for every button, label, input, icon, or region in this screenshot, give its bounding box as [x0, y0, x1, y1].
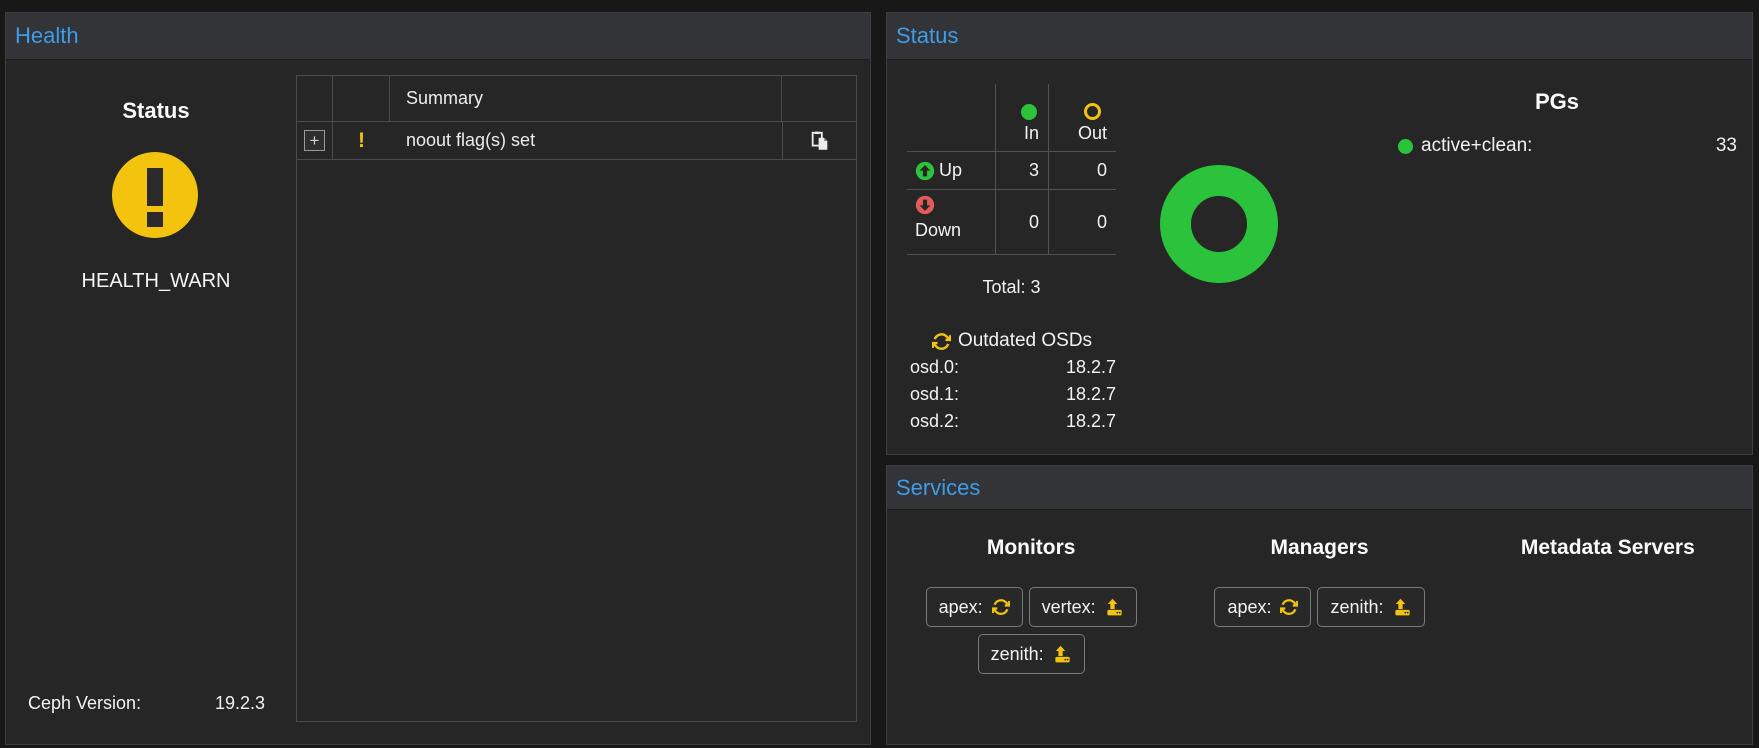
- osd-name: osd.2:: [910, 408, 959, 435]
- copy-icon[interactable]: [809, 130, 831, 152]
- services-panel-header: Services: [887, 466, 1752, 510]
- ceph-version-label: Ceph Version:: [28, 693, 141, 714]
- list-item: osd.1: 18.2.7: [910, 381, 1116, 408]
- outdated-osds-label: Outdated OSDs: [958, 330, 1092, 352]
- osd-name: osd.0:: [910, 354, 959, 381]
- health-panel: Health Status HEALTH_WARN Ceph Version: …: [5, 12, 871, 745]
- summary-column-header[interactable]: Summary: [390, 76, 782, 121]
- service-button-label: apex:: [939, 597, 983, 618]
- osd-up-in-count: 3: [1029, 160, 1039, 181]
- refresh-icon: [1280, 598, 1298, 616]
- outdated-osds-heading: Outdated OSDs: [887, 330, 1137, 352]
- osd-total-label: Total: 3: [907, 277, 1116, 298]
- list-item: osd.2: 18.2.7: [910, 408, 1116, 435]
- summary-column-header-label: Summary: [406, 88, 483, 109]
- pgs-legend-row: active+clean: 33: [1392, 135, 1737, 157]
- pg-state-count: 33: [1716, 135, 1737, 157]
- pgs-donut-chart: [1160, 165, 1278, 283]
- health-status-heading: Status: [6, 98, 306, 124]
- severity-column-header: [333, 76, 390, 121]
- out-ring-icon: [1084, 103, 1101, 120]
- service-button-monitor-vertex[interactable]: vertex:: [1029, 587, 1137, 627]
- service-button-manager-zenith[interactable]: zenith:: [1317, 587, 1424, 627]
- ceph-version-value: 19.2.3: [215, 693, 265, 714]
- service-button-label: zenith:: [1330, 597, 1383, 618]
- service-button-label: apex:: [1227, 597, 1271, 618]
- actions-column-header: [782, 76, 856, 121]
- expand-row-icon[interactable]: +: [304, 130, 325, 151]
- status-panel-header: Status: [887, 13, 1752, 60]
- refresh-icon: [992, 598, 1010, 616]
- up-row-label: Up: [939, 160, 962, 181]
- upload-icon: [1105, 598, 1124, 617]
- services-panel-title: Services: [896, 475, 980, 501]
- refresh-icon: [932, 332, 951, 351]
- list-item: osd.0: 18.2.7: [910, 354, 1116, 381]
- warning-severity-icon: !: [358, 129, 365, 153]
- out-column-header: Out: [1078, 123, 1107, 144]
- expander-column-header: [297, 76, 333, 121]
- service-button-monitor-zenith[interactable]: zenith:: [978, 634, 1085, 674]
- circle-arrow-up-icon: [915, 161, 935, 181]
- upload-icon: [1393, 598, 1412, 617]
- status-panel: Status In Out: [886, 12, 1753, 455]
- osd-version: 18.2.7: [1066, 381, 1116, 408]
- in-column-header: In: [1024, 123, 1039, 144]
- managers-column: Managers apex: zenith:: [1175, 510, 1463, 745]
- metadata-servers-heading: Metadata Servers: [1521, 536, 1695, 560]
- osd-version: 18.2.7: [1066, 408, 1116, 435]
- health-status-value: HEALTH_WARN: [6, 270, 306, 293]
- active-clean-dot-icon: [1398, 139, 1413, 154]
- summary-cell-text: noout flag(s) set: [406, 130, 535, 151]
- service-button-label: zenith:: [991, 644, 1044, 665]
- service-button-manager-apex[interactable]: apex:: [1214, 587, 1311, 627]
- ceph-version-row: Ceph Version: 19.2.3: [28, 693, 265, 714]
- osd-name: osd.1:: [910, 381, 959, 408]
- status-panel-title: Status: [896, 23, 958, 49]
- service-button-monitor-apex[interactable]: apex:: [926, 587, 1023, 627]
- outdated-osds-list: osd.0: 18.2.7 osd.1: 18.2.7 osd.2: 18.2.…: [910, 354, 1116, 435]
- warning-circle-icon: [112, 152, 198, 238]
- service-button-label: vertex:: [1042, 597, 1096, 618]
- monitors-heading: Monitors: [987, 536, 1076, 560]
- down-row-label: Down: [915, 220, 995, 241]
- services-panel: Services Monitors apex:: [886, 465, 1753, 745]
- exclamation-bar: [147, 168, 163, 206]
- osd-up-out-count: 0: [1097, 160, 1107, 181]
- circle-arrow-down-icon: [915, 195, 935, 215]
- in-dot-icon: [1021, 104, 1037, 120]
- exclamation-dot: [147, 212, 163, 227]
- pgs-title: PGs: [1377, 89, 1737, 115]
- table-row[interactable]: + ! noout flag(s) set: [297, 122, 856, 160]
- pg-state-label: active+clean:: [1421, 135, 1532, 157]
- health-panel-header: Health: [6, 13, 870, 60]
- monitors-column: Monitors apex: vertex:: [887, 510, 1175, 745]
- osd-version: 18.2.7: [1066, 354, 1116, 381]
- osd-state-table: In Out Up 3 0: [907, 84, 1116, 255]
- managers-heading: Managers: [1270, 536, 1368, 560]
- osd-down-out-count: 0: [1097, 212, 1107, 233]
- summary-table-header-row: Summary: [297, 76, 856, 122]
- upload-icon: [1053, 645, 1072, 664]
- osd-down-in-count: 0: [1029, 212, 1039, 233]
- health-panel-title: Health: [15, 23, 79, 49]
- health-summary-table: Summary + ! noout flag(s) set: [296, 75, 857, 722]
- metadata-servers-column: Metadata Servers: [1464, 510, 1752, 745]
